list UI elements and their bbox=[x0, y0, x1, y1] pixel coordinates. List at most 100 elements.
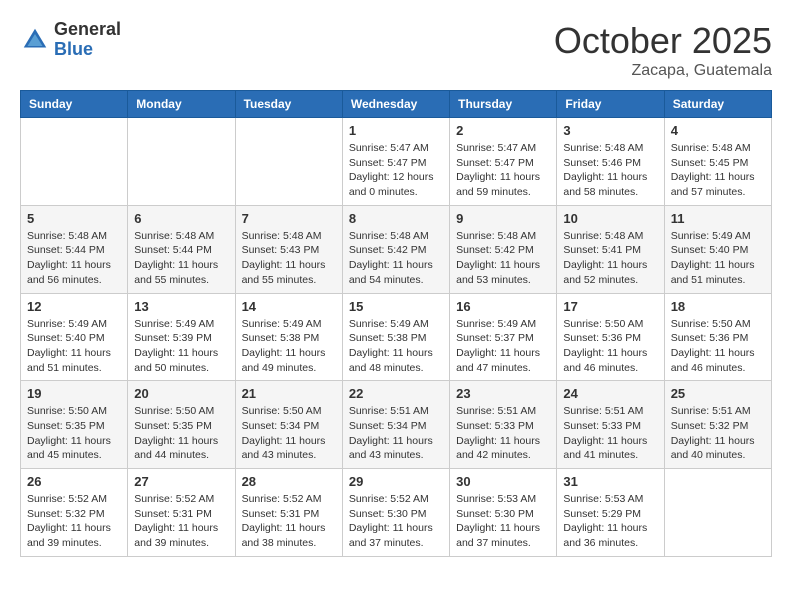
calendar-cell: 23 Sunrise: 5:51 AM Sunset: 5:33 PM Dayli… bbox=[450, 381, 557, 469]
calendar-week-row: 26 Sunrise: 5:52 AM Sunset: 5:32 PM Dayli… bbox=[21, 469, 772, 557]
day-info: Sunrise: 5:49 AM Sunset: 5:40 PM Dayligh… bbox=[671, 229, 765, 288]
day-number: 9 bbox=[456, 211, 550, 226]
day-number: 24 bbox=[563, 386, 657, 401]
day-info: Sunrise: 5:48 AM Sunset: 5:41 PM Dayligh… bbox=[563, 229, 657, 288]
calendar-cell: 25Sunrise: 5:51 AM Sunset: 5:32 PM Dayli… bbox=[664, 381, 771, 469]
day-number: 27 bbox=[134, 474, 228, 489]
day-header-saturday: Saturday bbox=[664, 91, 771, 118]
day-number: 12 bbox=[27, 299, 121, 314]
page-header: General Blue October 2025 Zacapa, Guatem… bbox=[20, 20, 772, 80]
day-header-friday: Friday bbox=[557, 91, 664, 118]
day-info: Sunrise: 5:48 AM Sunset: 5:42 PM Dayligh… bbox=[456, 229, 550, 288]
day-number: 3 bbox=[563, 123, 657, 138]
calendar-cell: 11 Sunrise: 5:49 AM Sunset: 5:40 PM Dayli… bbox=[664, 205, 771, 293]
calendar-cell: 13Sunrise: 5:49 AM Sunset: 5:39 PM Dayli… bbox=[128, 293, 235, 381]
calendar-cell: 17 Sunrise: 5:50 AM Sunset: 5:36 PM Dayli… bbox=[557, 293, 664, 381]
day-number: 21 bbox=[242, 386, 336, 401]
day-info: Sunrise: 5:53 AM Sunset: 5:30 PM Dayligh… bbox=[456, 492, 550, 551]
day-number: 8 bbox=[349, 211, 443, 226]
calendar-week-row: 19 Sunrise: 5:50 AM Sunset: 5:35 PM Dayli… bbox=[21, 381, 772, 469]
day-number: 4 bbox=[671, 123, 765, 138]
logo-general-text: General bbox=[54, 20, 121, 40]
day-number: 13 bbox=[134, 299, 228, 314]
day-info: Sunrise: 5:48 AM Sunset: 5:43 PM Dayligh… bbox=[242, 229, 336, 288]
calendar-cell: 1 Sunrise: 5:47 AM Sunset: 5:47 PM Daylig… bbox=[342, 118, 449, 206]
calendar-table: SundayMondayTuesdayWednesdayThursdayFrid… bbox=[20, 90, 772, 557]
day-number: 29 bbox=[349, 474, 443, 489]
day-header-thursday: Thursday bbox=[450, 91, 557, 118]
day-header-sunday: Sunday bbox=[21, 91, 128, 118]
calendar-cell: 3Sunrise: 5:48 AM Sunset: 5:46 PM Daylig… bbox=[557, 118, 664, 206]
day-number: 28 bbox=[242, 474, 336, 489]
day-info: Sunrise: 5:50 AM Sunset: 5:36 PM Dayligh… bbox=[671, 317, 765, 376]
day-header-monday: Monday bbox=[128, 91, 235, 118]
day-info: Sunrise: 5:53 AM Sunset: 5:29 PM Dayligh… bbox=[563, 492, 657, 551]
day-info: Sunrise: 5:48 AM Sunset: 5:44 PM Dayligh… bbox=[27, 229, 121, 288]
calendar-header-row: SundayMondayTuesdayWednesdayThursdayFrid… bbox=[21, 91, 772, 118]
logo-blue-text: Blue bbox=[54, 40, 121, 60]
day-info: Sunrise: 5:51 AM Sunset: 5:34 PM Dayligh… bbox=[349, 404, 443, 463]
calendar-cell: 19 Sunrise: 5:50 AM Sunset: 5:35 PM Dayli… bbox=[21, 381, 128, 469]
day-info: Sunrise: 5:48 AM Sunset: 5:44 PM Dayligh… bbox=[134, 229, 228, 288]
day-number: 11 bbox=[671, 211, 765, 226]
day-number: 18 bbox=[671, 299, 765, 314]
day-info: Sunrise: 5:51 AM Sunset: 5:32 PM Dayligh… bbox=[671, 404, 765, 463]
calendar-cell: 30 Sunrise: 5:53 AM Sunset: 5:30 PM Dayli… bbox=[450, 469, 557, 557]
calendar-week-row: 5 Sunrise: 5:48 AM Sunset: 5:44 PM Daylig… bbox=[21, 205, 772, 293]
day-info: Sunrise: 5:47 AM Sunset: 5:47 PM Dayligh… bbox=[349, 141, 443, 200]
calendar-cell: 5 Sunrise: 5:48 AM Sunset: 5:44 PM Daylig… bbox=[21, 205, 128, 293]
calendar-cell: 7 Sunrise: 5:48 AM Sunset: 5:43 PM Daylig… bbox=[235, 205, 342, 293]
day-number: 2 bbox=[456, 123, 550, 138]
day-info: Sunrise: 5:51 AM Sunset: 5:33 PM Dayligh… bbox=[456, 404, 550, 463]
logo: General Blue bbox=[20, 20, 121, 60]
day-info: Sunrise: 5:47 AM Sunset: 5:47 PM Dayligh… bbox=[456, 141, 550, 200]
calendar-cell: 14 Sunrise: 5:49 AM Sunset: 5:38 PM Dayli… bbox=[235, 293, 342, 381]
calendar-cell: 18 Sunrise: 5:50 AM Sunset: 5:36 PM Dayli… bbox=[664, 293, 771, 381]
calendar-week-row: 1 Sunrise: 5:47 AM Sunset: 5:47 PM Daylig… bbox=[21, 118, 772, 206]
calendar-cell: 22 Sunrise: 5:51 AM Sunset: 5:34 PM Dayli… bbox=[342, 381, 449, 469]
calendar-cell bbox=[128, 118, 235, 206]
calendar-cell: 28Sunrise: 5:52 AM Sunset: 5:31 PM Dayli… bbox=[235, 469, 342, 557]
calendar-cell: 15Sunrise: 5:49 AM Sunset: 5:38 PM Dayli… bbox=[342, 293, 449, 381]
calendar-cell: 29 Sunrise: 5:52 AM Sunset: 5:30 PM Dayli… bbox=[342, 469, 449, 557]
day-info: Sunrise: 5:52 AM Sunset: 5:32 PM Dayligh… bbox=[27, 492, 121, 551]
day-number: 30 bbox=[456, 474, 550, 489]
month-title: October 2025 bbox=[554, 20, 772, 62]
calendar-cell: 24Sunrise: 5:51 AM Sunset: 5:33 PM Dayli… bbox=[557, 381, 664, 469]
day-number: 5 bbox=[27, 211, 121, 226]
day-info: Sunrise: 5:52 AM Sunset: 5:30 PM Dayligh… bbox=[349, 492, 443, 551]
day-number: 16 bbox=[456, 299, 550, 314]
day-info: Sunrise: 5:49 AM Sunset: 5:38 PM Dayligh… bbox=[242, 317, 336, 376]
calendar-cell: 21Sunrise: 5:50 AM Sunset: 5:34 PM Dayli… bbox=[235, 381, 342, 469]
location: Zacapa, Guatemala bbox=[554, 62, 772, 80]
day-number: 23 bbox=[456, 386, 550, 401]
day-number: 26 bbox=[27, 474, 121, 489]
calendar-cell bbox=[664, 469, 771, 557]
logo-icon bbox=[20, 25, 50, 55]
day-number: 31 bbox=[563, 474, 657, 489]
day-number: 7 bbox=[242, 211, 336, 226]
day-number: 14 bbox=[242, 299, 336, 314]
title-block: October 2025 Zacapa, Guatemala bbox=[554, 20, 772, 80]
logo-text: General Blue bbox=[54, 20, 121, 60]
calendar-cell: 10Sunrise: 5:48 AM Sunset: 5:41 PM Dayli… bbox=[557, 205, 664, 293]
calendar-cell: 8 Sunrise: 5:48 AM Sunset: 5:42 PM Daylig… bbox=[342, 205, 449, 293]
day-info: Sunrise: 5:49 AM Sunset: 5:38 PM Dayligh… bbox=[349, 317, 443, 376]
day-info: Sunrise: 5:50 AM Sunset: 5:36 PM Dayligh… bbox=[563, 317, 657, 376]
calendar-cell: 31 Sunrise: 5:53 AM Sunset: 5:29 PM Dayli… bbox=[557, 469, 664, 557]
day-number: 17 bbox=[563, 299, 657, 314]
calendar-cell: 9 Sunrise: 5:48 AM Sunset: 5:42 PM Daylig… bbox=[450, 205, 557, 293]
calendar-cell: 12Sunrise: 5:49 AM Sunset: 5:40 PM Dayli… bbox=[21, 293, 128, 381]
day-number: 1 bbox=[349, 123, 443, 138]
calendar-cell bbox=[21, 118, 128, 206]
day-info: Sunrise: 5:48 AM Sunset: 5:45 PM Dayligh… bbox=[671, 141, 765, 200]
day-number: 19 bbox=[27, 386, 121, 401]
day-header-tuesday: Tuesday bbox=[235, 91, 342, 118]
day-number: 22 bbox=[349, 386, 443, 401]
day-info: Sunrise: 5:48 AM Sunset: 5:42 PM Dayligh… bbox=[349, 229, 443, 288]
day-info: Sunrise: 5:50 AM Sunset: 5:35 PM Dayligh… bbox=[134, 404, 228, 463]
calendar-week-row: 12Sunrise: 5:49 AM Sunset: 5:40 PM Dayli… bbox=[21, 293, 772, 381]
calendar-cell: 6Sunrise: 5:48 AM Sunset: 5:44 PM Daylig… bbox=[128, 205, 235, 293]
day-header-wednesday: Wednesday bbox=[342, 91, 449, 118]
day-info: Sunrise: 5:50 AM Sunset: 5:35 PM Dayligh… bbox=[27, 404, 121, 463]
